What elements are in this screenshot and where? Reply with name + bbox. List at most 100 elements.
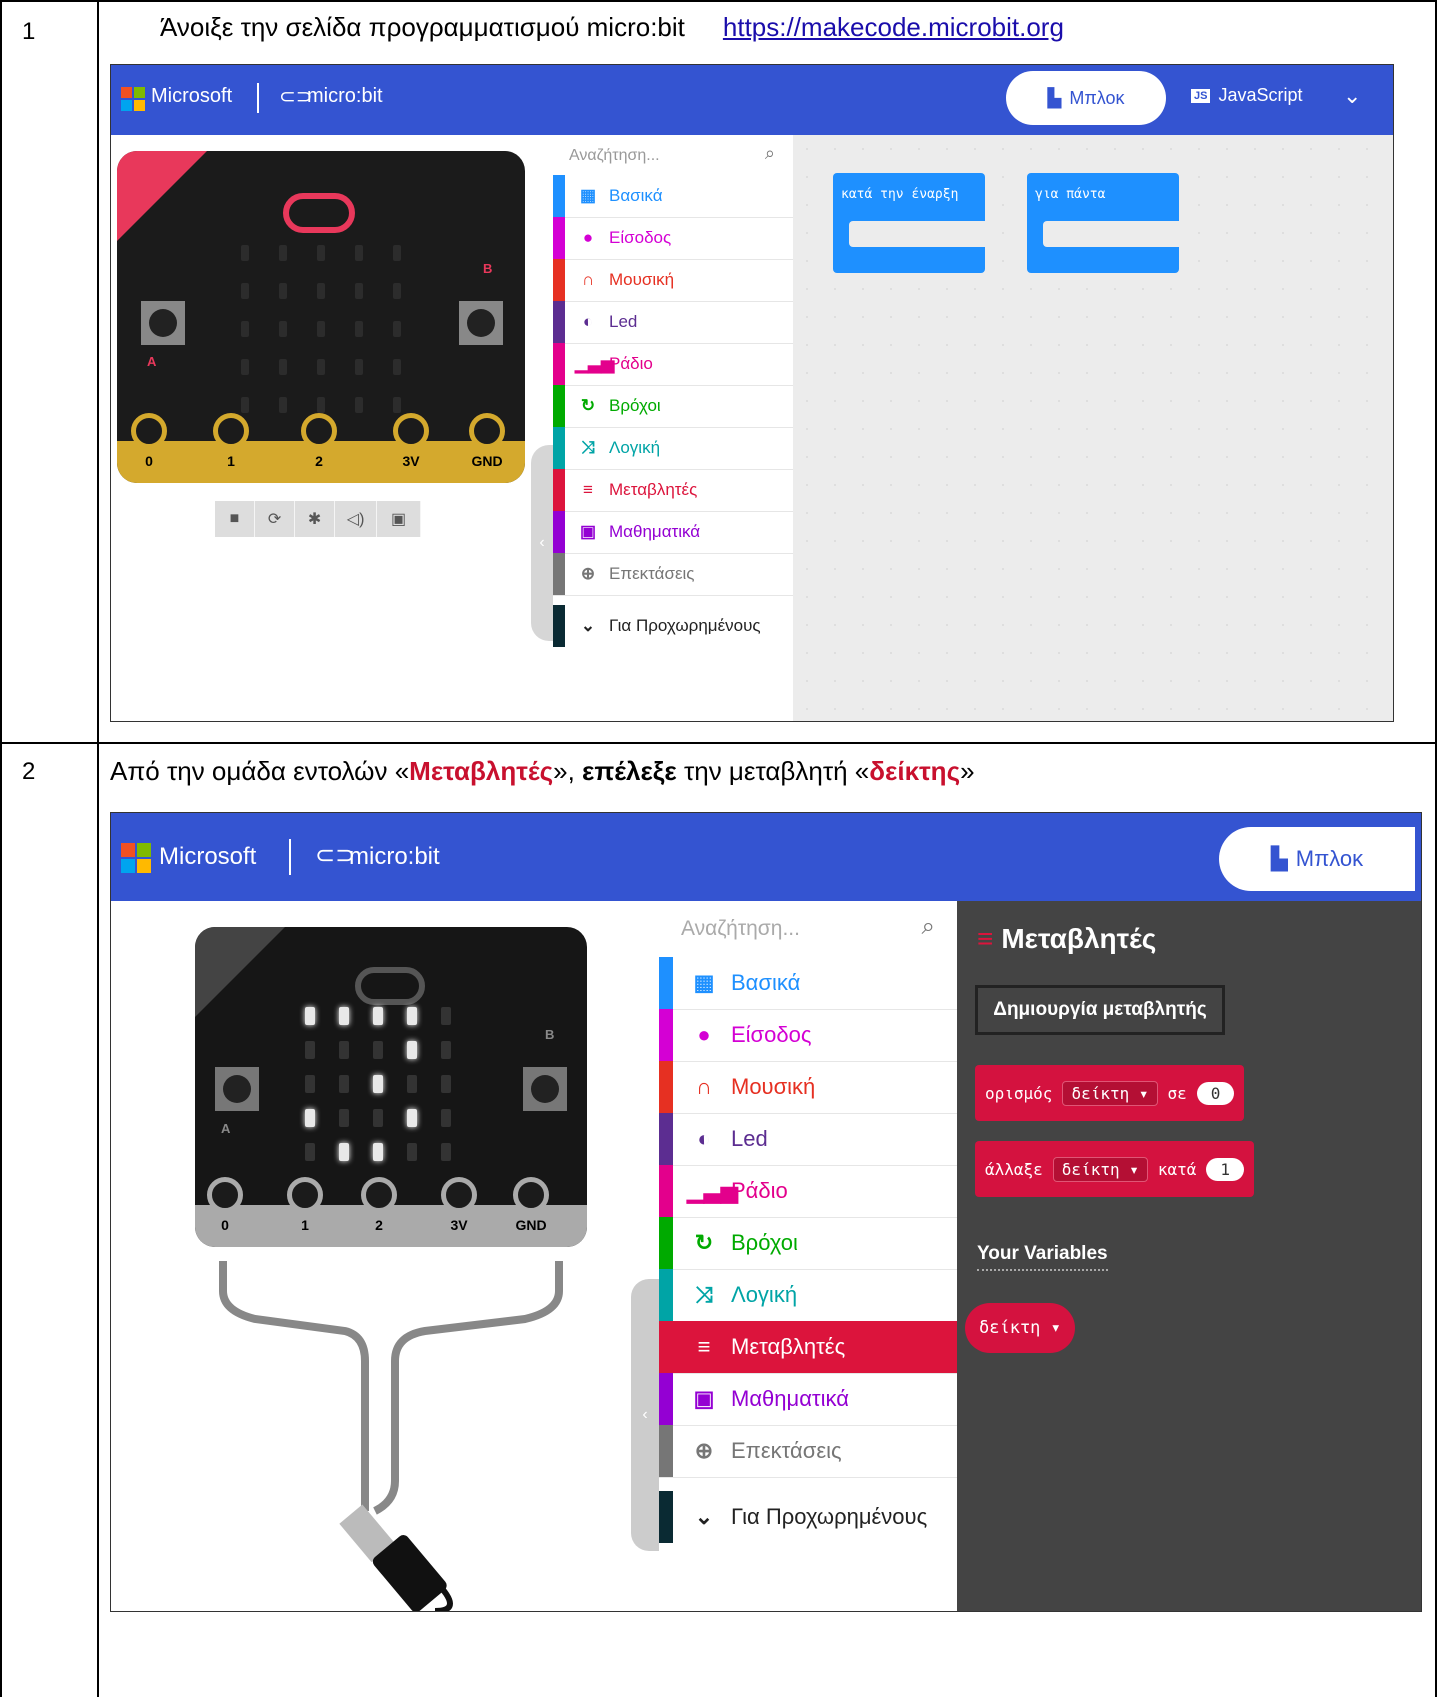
- chevron-down-icon[interactable]: ⌄: [1343, 83, 1361, 109]
- blocks-workspace[interactable]: κατά την έναρξη για πάντα: [793, 135, 1393, 721]
- toolbox-item-10[interactable]: ⊕ Επεκτάσεις: [553, 553, 793, 596]
- plus-circle-icon: ⊕: [580, 564, 596, 583]
- stop-icon[interactable]: ■: [215, 501, 256, 537]
- category-label: Λογική: [731, 1282, 798, 1307]
- pin-0[interactable]: [207, 1177, 243, 1213]
- category-color-strip: [553, 511, 565, 553]
- toolbox-item-6-2[interactable]: ↻ Βρόχοι: [659, 1217, 957, 1270]
- category-label: Βρόχοι: [609, 396, 661, 415]
- led: [373, 1143, 383, 1161]
- on-start-block[interactable]: κατά την έναρξη: [833, 173, 985, 273]
- led: [393, 283, 401, 299]
- collapse-simulator-button-2[interactable]: ‹: [631, 1279, 659, 1551]
- change-by-label: κατά: [1157, 1159, 1197, 1179]
- logo-touch-icon-2: [355, 967, 425, 1005]
- category-color-strip: [553, 217, 565, 259]
- led: [339, 1007, 349, 1025]
- advanced-toggle-2[interactable]: ⌄ Για Προχωρημένους: [659, 1491, 957, 1543]
- pin-3v[interactable]: [393, 413, 429, 449]
- pin-2[interactable]: [361, 1177, 397, 1213]
- button-a-label: A: [147, 354, 157, 369]
- calculator-icon: ▣: [693, 1386, 715, 1411]
- led: [441, 1075, 451, 1093]
- pin-0[interactable]: [131, 413, 167, 449]
- headphones-icon: ∩: [696, 1074, 712, 1099]
- search-input[interactable]: Αναζήτηση... ⌕: [553, 135, 793, 175]
- toolbox-item-8[interactable]: ≡ Μεταβλητές: [553, 469, 793, 512]
- pin-3v[interactable]: [441, 1177, 477, 1213]
- set-value-input[interactable]: 0: [1196, 1081, 1235, 1105]
- toolbox: Αναζήτηση... ⌕ ▦ Βασικά ● Είσοδος ∩ Μουσική ◐ L…: [553, 135, 793, 721]
- change-variable-dropdown[interactable]: δείκτη ▾: [1052, 1156, 1148, 1182]
- pin-gnd[interactable]: [513, 1177, 549, 1213]
- javascript-tab[interactable]: JS JavaScript: [1191, 85, 1303, 106]
- button-a[interactable]: [141, 301, 185, 345]
- signal-icon: ▁▃▅: [575, 354, 615, 373]
- led: [355, 245, 363, 261]
- toolbox-item-7-2[interactable]: ⤨ Λογική: [659, 1269, 957, 1322]
- toolbox-item-1-2[interactable]: ▦ Βασικά: [659, 957, 957, 1010]
- fullscreen-icon[interactable]: ▣: [377, 501, 422, 537]
- brand-separator: [257, 83, 259, 113]
- collapse-simulator-button[interactable]: ‹: [531, 445, 553, 641]
- led: [393, 245, 401, 261]
- microsoft-label: Microsoft: [151, 85, 233, 107]
- button-b[interactable]: [459, 301, 503, 345]
- restart-icon[interactable]: ⟳: [255, 501, 296, 537]
- category-label: Μεταβλητές: [731, 1334, 846, 1359]
- forever-block[interactable]: για πάντα: [1027, 173, 1179, 273]
- led: [305, 1143, 315, 1161]
- toolbox-item-8-2[interactable]: ≡ Μεταβλητές: [659, 1321, 957, 1374]
- category-color-strip: [659, 1491, 673, 1543]
- toolbox-item-7[interactable]: ⤨ Λογική: [553, 427, 793, 470]
- search-input-2[interactable]: Αναζήτηση... ⌕: [659, 901, 957, 957]
- led: [339, 1143, 349, 1161]
- variable-chip[interactable]: δείκτη ▾: [965, 1303, 1075, 1353]
- set-variable-block[interactable]: ορισμός δείκτη ▾ σε 0: [975, 1065, 1245, 1121]
- toolbox-item-4-2[interactable]: ◐ Led: [659, 1113, 957, 1166]
- toolbox-item-6[interactable]: ↻ Βρόχοι: [553, 385, 793, 428]
- debug-icon[interactable]: ✱: [295, 501, 336, 537]
- blocks-tab-2[interactable]: ▙ Μπλοκ: [1219, 827, 1415, 891]
- button-b-label: B: [483, 261, 493, 276]
- change-value-input[interactable]: 1: [1206, 1157, 1245, 1181]
- your-variables-heading: Your Variables: [977, 1243, 1108, 1271]
- toolbox-item-2-2[interactable]: ● Είσοδος: [659, 1009, 957, 1062]
- forever-label: για πάντα: [1035, 187, 1106, 202]
- toolbox-item-5-2[interactable]: ▁▃▅ Ράδιο: [659, 1165, 957, 1218]
- toolbox-item-3[interactable]: ∩ Μουσική: [553, 259, 793, 302]
- blocks-tab[interactable]: ▙ Μπλοκ: [1006, 71, 1166, 125]
- button-b-2[interactable]: [523, 1067, 567, 1111]
- toggle-icon: ◐: [697, 1126, 711, 1151]
- plus-circle-icon: ⊕: [694, 1438, 714, 1463]
- pin-gnd[interactable]: [469, 413, 505, 449]
- category-color-strip: [553, 259, 565, 301]
- button-a-2[interactable]: [215, 1067, 259, 1111]
- toolbox-item-10-2[interactable]: ⊕ Επεκτάσεις: [659, 1425, 957, 1478]
- table-border-row: [0, 742, 1437, 744]
- led: [317, 283, 325, 299]
- led: [279, 245, 287, 261]
- toolbox-item-4[interactable]: ◐ Led: [553, 301, 793, 344]
- pin-1[interactable]: [287, 1177, 323, 1213]
- toolbox-item-5[interactable]: ▁▃▅ Ράδιο: [553, 343, 793, 386]
- led: [241, 321, 249, 337]
- sound-icon[interactable]: ◁): [335, 501, 378, 537]
- toolbox-item-9-2[interactable]: ▣ Μαθηματικά: [659, 1373, 957, 1426]
- change-variable-block[interactable]: άλλαξε δείκτη ▾ κατά 1: [975, 1141, 1255, 1197]
- pin-2[interactable]: [301, 413, 337, 449]
- toolbox-item-1[interactable]: ▦ Βασικά: [553, 175, 793, 218]
- toolbox-item-2[interactable]: ● Είσοδος: [553, 217, 793, 260]
- toggle-icon: ◐: [582, 312, 594, 331]
- create-variable-button[interactable]: Δημιουργία μεταβλητής: [975, 985, 1225, 1035]
- pin-label: 2: [315, 453, 323, 469]
- set-variable-dropdown[interactable]: δείκτη ▾: [1062, 1080, 1158, 1106]
- led: [317, 359, 325, 375]
- advanced-toggle[interactable]: ⌄ Για Προχωρημένους: [553, 605, 793, 647]
- pin-1[interactable]: [213, 413, 249, 449]
- toolbox-item-3-2[interactable]: ∩ Μουσική: [659, 1061, 957, 1114]
- instruction-2-text-d: »: [960, 756, 975, 786]
- flyout-header: ≡ Μεταβλητές: [977, 923, 1156, 955]
- makecode-link[interactable]: https://makecode.microbit.org: [723, 12, 1064, 42]
- toolbox-item-9[interactable]: ▣ Μαθηματικά: [553, 511, 793, 554]
